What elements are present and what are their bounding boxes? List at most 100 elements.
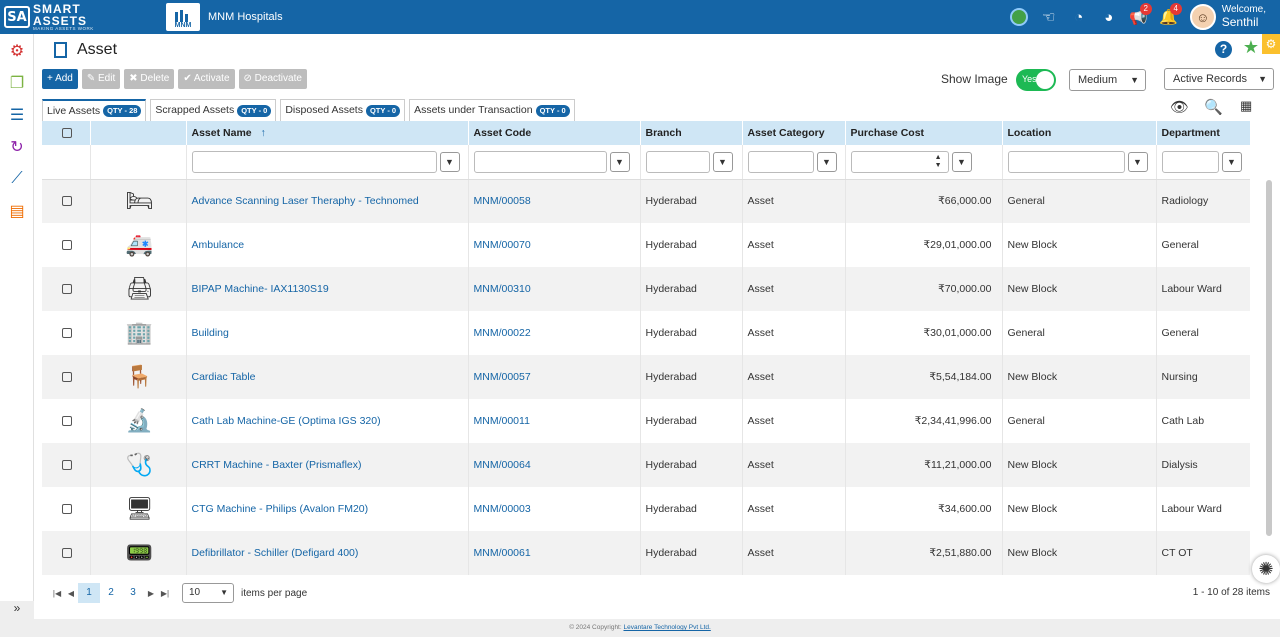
row-checkbox[interactable] <box>62 240 72 250</box>
column-header-department[interactable]: Department <box>1156 121 1250 145</box>
asset-thumbnail[interactable]: 🩺 <box>124 449 156 481</box>
asset-code-cell[interactable]: MNM/00057 <box>468 355 641 399</box>
row-checkbox[interactable] <box>62 328 72 338</box>
table-row[interactable]: 🖥 CTG Machine - Philips (Avalon FM20) MNM/… <box>42 487 1250 531</box>
grid-columns-icon[interactable]: ▦ <box>1240 98 1252 118</box>
filter-icon[interactable]: ▼ <box>816 151 837 172</box>
cost-filter-input[interactable]: ▲ ▼ <box>850 150 949 173</box>
edit-button[interactable]: ✎ Edit <box>81 69 121 89</box>
row-checkbox[interactable] <box>62 196 72 207</box>
copy-icon[interactable]: ❐ <box>0 68 34 98</box>
asset-thumbnail[interactable]: 🏢 <box>124 317 156 349</box>
category-filter-input[interactable] <box>747 150 814 173</box>
table-row[interactable]: 🩺 CRRT Machine - Baxter (Prismaflex) MNM/0… <box>42 443 1250 487</box>
pie-chart-icon[interactable]: ◔ <box>1064 0 1094 34</box>
tab-scrapped-assets[interactable]: Scrapped Assets QTY - 0 <box>150 99 277 121</box>
table-row[interactable]: 🚑 Ambulance MNM/00070 Hyderabad Asset ₹29,01,… <box>42 223 1250 267</box>
table-row[interactable]: 📟 Defibrillator - Schiller (Defigard 400)… <box>42 531 1250 575</box>
eye-icon[interactable]: 👁 <box>1170 98 1189 118</box>
asset-name-cell[interactable]: CRRT Machine - Baxter (Prismaflex) <box>186 443 469 487</box>
asset-name-filter-input[interactable] <box>191 150 437 173</box>
refresh-check-icon[interactable]: ↻ <box>0 132 34 162</box>
filter-icon[interactable]: ▼ <box>1221 151 1242 172</box>
asset-name-link[interactable]: Cardiac Table <box>192 371 256 383</box>
prev-page-icon[interactable]: ◀ <box>64 589 78 598</box>
page-3-button[interactable]: 3 <box>122 583 144 603</box>
welcome-text[interactable]: Welcome, Senthil <box>1222 4 1266 29</box>
table-row[interactable]: 🖨 BIPAP Machine- IAX1130S19 MNM/00310 Hyder… <box>42 267 1250 311</box>
page-settings-icon[interactable]: ⚙ <box>1262 34 1280 54</box>
smart-assets-logo[interactable]: SA SMART ASSETS MAKING ASSETS WORK <box>4 3 154 32</box>
select-all-checkbox[interactable] <box>62 128 72 138</box>
asset-name-cell[interactable]: Defibrillator - Schiller (Defigard 400) <box>186 531 469 575</box>
row-checkbox[interactable] <box>62 504 72 514</box>
row-checkbox[interactable] <box>62 372 72 382</box>
column-header-asset-code[interactable]: Asset Code <box>468 121 641 145</box>
asset-code-link[interactable]: MNM/00058 <box>474 195 531 207</box>
table-row[interactable]: 🪑 Cardiac Table MNM/00057 Hyderabad Asset ₹5,… <box>42 355 1250 399</box>
asset-code-link[interactable]: MNM/00003 <box>474 503 531 515</box>
asset-name-cell[interactable]: Building <box>186 311 469 355</box>
page-size-select[interactable]: 10 ▼ <box>182 583 234 603</box>
table-row[interactable]: 🛏 Advance Scanning Laser Theraphy - Techn… <box>42 179 1250 223</box>
activate-button[interactable]: ✔ Activate <box>178 69 235 89</box>
page-2-button[interactable]: 2 <box>100 583 122 603</box>
asset-code-link[interactable]: MNM/00070 <box>474 239 531 251</box>
asset-code-link[interactable]: MNM/00011 <box>474 415 530 427</box>
favorite-star-icon[interactable]: ★ <box>1243 37 1259 58</box>
dashboard-icon[interactable]: ◕ <box>1094 0 1124 34</box>
filter-icon[interactable]: ▼ <box>712 151 733 172</box>
records-filter-select[interactable]: Active Records ▼ <box>1164 68 1274 90</box>
grid-scrollbar[interactable] <box>1266 180 1272 536</box>
asset-name-link[interactable]: BIPAP Machine- IAX1130S19 <box>192 283 329 295</box>
asset-name-cell[interactable]: BIPAP Machine- IAX1130S19 <box>186 267 469 311</box>
filter-icon[interactable]: ▼ <box>439 151 460 172</box>
asset-name-cell[interactable]: Cath Lab Machine-GE (Optima IGS 320) <box>186 399 469 443</box>
asset-code-cell[interactable]: MNM/00061 <box>468 531 641 575</box>
asset-thumbnail[interactable]: 🖥 <box>124 493 156 525</box>
asset-thumbnail[interactable]: 🔬 <box>124 405 156 437</box>
asset-code-link[interactable]: MNM/00061 <box>474 547 531 559</box>
table-row[interactable]: 🏢 Building MNM/00022 Hyderabad Asset ₹30,01,0… <box>42 311 1250 355</box>
asset-name-link[interactable]: Ambulance <box>192 239 245 251</box>
asset-thumbnail[interactable]: 📟 <box>124 537 156 569</box>
filter-icon[interactable]: ▼ <box>609 151 630 172</box>
row-checkbox[interactable] <box>62 548 72 558</box>
filter-icon[interactable]: ▼ <box>1127 151 1148 172</box>
asset-name-link[interactable]: Cath Lab Machine-GE (Optima IGS 320) <box>192 415 381 427</box>
asset-name-link[interactable]: CRRT Machine - Baxter (Prismaflex) <box>192 459 362 471</box>
globe-icon[interactable] <box>1004 0 1034 34</box>
asset-thumbnail[interactable]: 🛏 <box>124 185 156 217</box>
deactivate-button[interactable]: ⊘ Deactivate <box>238 69 307 89</box>
asset-code-cell[interactable]: MNM/00058 <box>468 179 641 223</box>
bell-icon[interactable]: 🔔 4 <box>1154 0 1184 34</box>
document-icon[interactable]: ▤ <box>0 196 34 226</box>
asset-name-link[interactable]: CTG Machine - Philips (Avalon FM20) <box>192 503 369 515</box>
filter-icon[interactable]: ▼ <box>951 151 972 172</box>
tab-assets-under-transaction[interactable]: Assets under Transaction QTY - 0 <box>409 99 575 121</box>
asset-code-cell[interactable]: MNM/00070 <box>468 223 641 267</box>
megaphone-icon[interactable]: 📢 2 <box>1124 0 1154 34</box>
asset-name-link[interactable]: Defibrillator - Schiller (Defigard 400) <box>192 547 359 559</box>
list-icon[interactable]: ☰ <box>0 100 34 130</box>
last-page-icon[interactable]: ▶| <box>158 589 172 598</box>
asset-thumbnail[interactable]: 🪑 <box>124 361 156 393</box>
chart-line-icon[interactable]: ⟋ <box>0 164 34 194</box>
asset-code-cell[interactable]: MNM/00310 <box>468 267 641 311</box>
page-1-button[interactable]: 1 <box>78 583 100 603</box>
chatbot-icon[interactable]: ✺ <box>1252 555 1280 583</box>
asset-name-cell[interactable]: Cardiac Table <box>186 355 469 399</box>
asset-code-cell[interactable]: MNM/00064 <box>468 443 641 487</box>
column-header-asset-category[interactable]: Asset Category <box>742 121 846 145</box>
row-checkbox[interactable] <box>62 416 72 426</box>
asset-code-cell[interactable]: MNM/00003 <box>468 487 641 531</box>
asset-code-link[interactable]: MNM/00022 <box>474 327 531 339</box>
asset-name-link[interactable]: Building <box>192 327 229 339</box>
tab-disposed-assets[interactable]: Disposed Assets QTY - 0 <box>280 99 406 121</box>
delete-button[interactable]: ✖ Delete <box>124 69 175 89</box>
first-page-icon[interactable]: |◀ <box>50 589 64 598</box>
footer-company-link[interactable]: Levantare Technology Pvt Ltd. <box>623 624 710 631</box>
asset-code-cell[interactable]: MNM/00022 <box>468 311 641 355</box>
help-icon[interactable]: ? <box>1215 41 1232 58</box>
asset-code-filter-input[interactable] <box>473 150 607 173</box>
